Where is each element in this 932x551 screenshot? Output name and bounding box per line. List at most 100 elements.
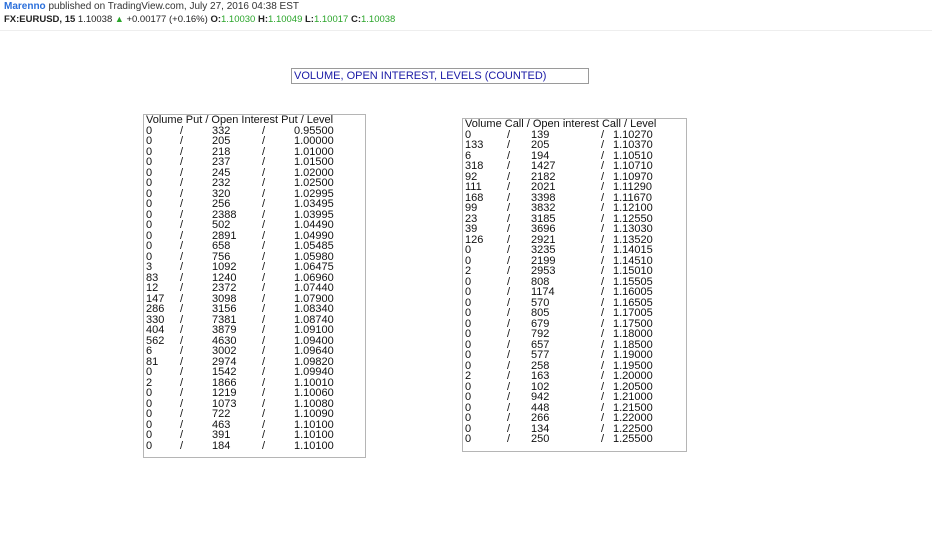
call-row: 2 / 2953 / 1.15010 [463,266,686,277]
call-separator: / [601,202,605,214]
last-price: 1.10038 [77,14,113,25]
call-separator: / [601,370,605,382]
call-row: 0 / 792 / 1.18000 [463,329,686,340]
call-volume: 39 [465,223,478,235]
put-level: 1.06475 [294,261,334,273]
put-volume: 0 [146,429,153,441]
call-open-interest: 163 [531,370,550,382]
put-level: 1.09940 [294,366,334,378]
put-open-interest: 237 [212,156,231,168]
put-separator: / [262,156,266,168]
put-separator: / [262,429,266,441]
put-open-interest: 3879 [212,324,237,336]
call-separator: / [507,391,511,403]
call-level: 1.15010 [613,265,653,277]
put-separator: / [180,429,184,441]
call-separator: / [507,370,511,382]
put-level: 1.05485 [294,240,334,252]
call-level: 1.14015 [613,244,653,256]
put-volume: 12 [146,282,159,294]
symbol-label: FX:EURUSD, 15 [4,14,76,25]
put-separator: / [262,177,266,189]
high-value: 1.10049 [268,14,303,25]
call-level: 1.16005 [613,286,653,298]
call-row: 133 / 205 / 1.10370 [463,140,686,151]
put-volume: 0 [146,439,153,452]
put-open-interest: 1092 [212,261,237,273]
put-row: 0 / 205 / 1.00000 [144,136,365,147]
published-text: published on TradingView.com, July 27, 2… [45,1,299,12]
call-separator: / [507,160,511,172]
low-value: 1.10017 [313,14,349,25]
put-row: 0 / 237 / 1.01500 [144,157,365,168]
open-label: O: [210,14,221,25]
call-open-interest: 3235 [531,244,556,256]
open-value: 1.10030 [221,14,256,25]
call-volume: 2 [465,370,472,382]
put-open-interest: 722 [212,408,231,420]
call-separator: / [601,286,605,298]
call-separator: / [507,307,511,319]
call-open-interest: 805 [531,307,550,319]
call-separator: / [601,391,605,403]
put-separator: / [180,282,184,294]
put-level: 1.10100 [294,439,334,452]
put-separator: / [180,439,184,452]
call-level: 1.20000 [613,370,653,382]
close-value: 1.10038 [360,14,396,25]
put-separator: / [262,303,266,315]
author-link[interactable]: Marenno [4,1,46,12]
call-volume: 0 [465,349,472,361]
put-level: 1.10090 [294,408,334,420]
put-separator: / [262,261,266,273]
call-row: 111 / 2021 / 1.11290 [463,182,686,193]
put-separator: / [262,135,266,147]
call-volume: 0 [465,412,472,424]
call-separator: / [507,328,511,340]
put-separator: / [180,240,184,252]
call-level: 1.10710 [613,160,653,172]
put-volume: 3 [146,261,153,273]
call-volume: 0 [465,391,472,403]
call-separator: / [507,202,511,214]
put-row: 286 / 3156 / 1.08340 [144,304,365,315]
call-open-interest: 3832 [531,202,556,214]
call-row: 0 / 577 / 1.19000 [463,350,686,361]
high-label: H: [257,14,269,25]
call-separator: / [601,244,605,256]
call-volume: 2 [465,265,472,277]
call-separator: / [601,181,605,193]
put-separator: / [180,387,184,399]
put-separator: / [180,408,184,420]
put-level: 1.02500 [294,177,334,189]
call-level: 1.19000 [613,349,653,361]
put-separator: / [180,261,184,273]
put-volume: 0 [146,240,153,252]
put-separator: / [180,366,184,378]
put-row: 0 / 502 / 1.04490 [144,220,365,231]
put-separator: / [180,219,184,231]
put-volume: 0 [146,198,153,210]
call-open-interest: 2021 [531,181,556,193]
chart-title: VOLUME, OPEN INTEREST, LEVELS (COUNTED) [291,68,589,84]
put-open-interest: 502 [212,219,231,231]
put-volume: 0 [146,177,153,189]
call-level: 1.18000 [613,328,653,340]
put-separator: / [262,387,266,399]
call-separator: / [601,412,605,424]
put-volume: 286 [146,303,165,315]
put-open-interest: 184 [212,439,231,452]
put-open-interest: 658 [212,240,231,252]
price-change: +0.00177 (+0.16%) [126,14,208,25]
put-level: 1.10060 [294,387,334,399]
put-row: 0 / 391 / 1.10100 [144,430,365,441]
put-separator: / [262,219,266,231]
call-row: 39 / 3696 / 1.13030 [463,224,686,235]
put-level: 1.00000 [294,135,334,147]
call-level: 1.11290 [613,181,652,193]
call-row: 99 / 3832 / 1.12100 [463,203,686,214]
publish-header: Marenno published on TradingView.com, Ju… [0,0,932,30]
put-separator: / [180,324,184,336]
put-table: Volume Put / Open Interest Put / Level 0… [143,114,366,458]
put-separator: / [262,408,266,420]
